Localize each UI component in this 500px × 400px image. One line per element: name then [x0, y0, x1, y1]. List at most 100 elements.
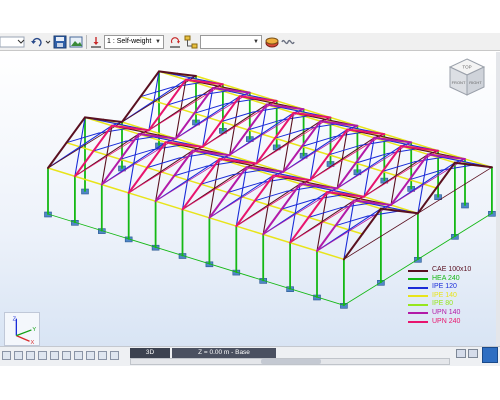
truss-bottom-chord[interactable] [235, 133, 385, 227]
legend-swatch [408, 303, 428, 306]
rafter[interactable] [174, 112, 196, 140]
view-icon[interactable] [38, 351, 47, 360]
roof-bracing[interactable] [282, 112, 295, 173]
color-icon[interactable] [265, 35, 279, 49]
tab-level[interactable]: Z = 0.00 m - Base [172, 348, 276, 358]
rafter[interactable] [127, 166, 149, 194]
rafter[interactable] [363, 170, 384, 198]
rafter[interactable] [100, 158, 122, 186]
purlin[interactable] [47, 167, 345, 261]
rafter[interactable] [84, 116, 105, 121]
roof-bracing[interactable] [181, 150, 194, 211]
rafter[interactable] [472, 164, 493, 169]
load-icon[interactable] [89, 35, 103, 49]
moment-icon[interactable] [168, 35, 182, 49]
image-icon[interactable] [69, 35, 83, 49]
roof-bracing[interactable] [101, 125, 113, 186]
roof-bracing[interactable] [390, 145, 402, 206]
window-icon[interactable] [468, 349, 478, 358]
load-case-select[interactable]: 1 : Self-weight ▼ [104, 35, 164, 49]
view-icon[interactable] [98, 351, 107, 360]
horizontal-scrollbar[interactable] [130, 358, 450, 365]
undo-icon[interactable] [30, 35, 44, 49]
roof-bracing[interactable] [309, 120, 321, 181]
roof-bracing[interactable] [363, 137, 375, 198]
rafter[interactable] [398, 210, 419, 215]
view-icon[interactable] [110, 351, 119, 360]
roof-bracing[interactable] [336, 128, 348, 189]
truss-bottom-chord[interactable] [101, 92, 251, 186]
truss-bottom-chord[interactable] [182, 117, 331, 210]
view-icon[interactable] [2, 351, 11, 360]
roof-bracing[interactable] [208, 158, 221, 219]
roof-bracing[interactable] [175, 79, 187, 140]
roof-bracing[interactable] [202, 87, 214, 148]
rafter[interactable] [158, 70, 179, 75]
floppy-icon[interactable] [53, 35, 67, 49]
truss-bottom-chord[interactable] [262, 142, 412, 235]
roof-bracing[interactable] [343, 199, 355, 260]
rafter[interactable] [121, 95, 142, 123]
truss-bottom-chord[interactable] [128, 100, 278, 194]
rafter[interactable] [289, 216, 310, 244]
roof-bracing[interactable] [262, 174, 274, 235]
rafter[interactable] [235, 199, 256, 228]
window-icon[interactable] [456, 349, 466, 358]
rafter[interactable] [262, 208, 283, 236]
view-icon[interactable] [86, 351, 95, 360]
rafter[interactable] [342, 233, 364, 261]
view-icon[interactable] [14, 351, 23, 360]
rafter[interactable] [255, 137, 276, 165]
rafter[interactable] [47, 141, 68, 169]
truss-bottom-chord[interactable] [289, 150, 439, 244]
rafters-layer [47, 70, 493, 261]
selection-select[interactable]: ▼ [200, 35, 262, 49]
rafter[interactable] [416, 187, 438, 215]
roof-bracing[interactable] [148, 70, 160, 131]
rafter[interactable] [208, 191, 229, 219]
truss-web[interactable] [440, 164, 474, 171]
view-icon[interactable] [26, 351, 35, 360]
scrollbar-thumb[interactable] [261, 359, 321, 364]
legend-label: CAE 100x10 [432, 266, 472, 273]
tab-3d[interactable]: 3D [130, 348, 170, 358]
view-icon[interactable] [74, 351, 83, 360]
rafter[interactable] [181, 183, 202, 211]
roof-bracing[interactable] [128, 133, 140, 194]
purlin[interactable] [158, 70, 456, 164]
roof-bracing[interactable] [155, 141, 167, 202]
ground-beam[interactable] [47, 213, 345, 306]
roof-bracing[interactable] [289, 183, 301, 244]
truss-bottom-chord[interactable] [316, 158, 466, 252]
rafter[interactable] [390, 178, 411, 206]
rafter[interactable] [282, 145, 303, 173]
dropdown-arrow-icon[interactable] [45, 35, 51, 49]
rafter[interactable] [228, 128, 250, 157]
rafter[interactable] [65, 116, 86, 144]
truss-bottom-chord[interactable] [208, 125, 358, 219]
roof-bracing[interactable] [74, 116, 86, 177]
view-icon[interactable] [50, 351, 59, 360]
window-strip-icon[interactable] [0, 35, 26, 49]
truss-bottom-chord[interactable] [155, 108, 305, 202]
rafter[interactable] [154, 174, 176, 203]
roof-bracing[interactable] [417, 153, 429, 214]
roof-bracing[interactable] [255, 104, 268, 165]
spring-icon[interactable] [281, 35, 295, 49]
tree-icon[interactable] [184, 35, 198, 49]
model-viewport[interactable]: TOP FRONT RIGHT CAE 100x10 HEA 240 IPE 1… [0, 52, 496, 348]
rafter[interactable] [139, 70, 160, 98]
rafter[interactable] [336, 162, 357, 190]
truss-web[interactable] [366, 210, 400, 217]
roof-bracing[interactable] [229, 95, 241, 156]
rafter[interactable] [316, 224, 337, 252]
roof-bracing[interactable] [235, 166, 247, 227]
close-panel-icon[interactable] [482, 347, 498, 363]
vertical-scrollbar[interactable] [496, 52, 500, 346]
view-icon[interactable] [62, 351, 71, 360]
rafter[interactable] [201, 120, 223, 148]
view-cube[interactable]: TOP FRONT RIGHT [446, 56, 488, 98]
truss-bottom-chord[interactable] [74, 83, 224, 177]
rafter[interactable] [309, 153, 330, 182]
roof-bracing[interactable] [316, 191, 328, 252]
